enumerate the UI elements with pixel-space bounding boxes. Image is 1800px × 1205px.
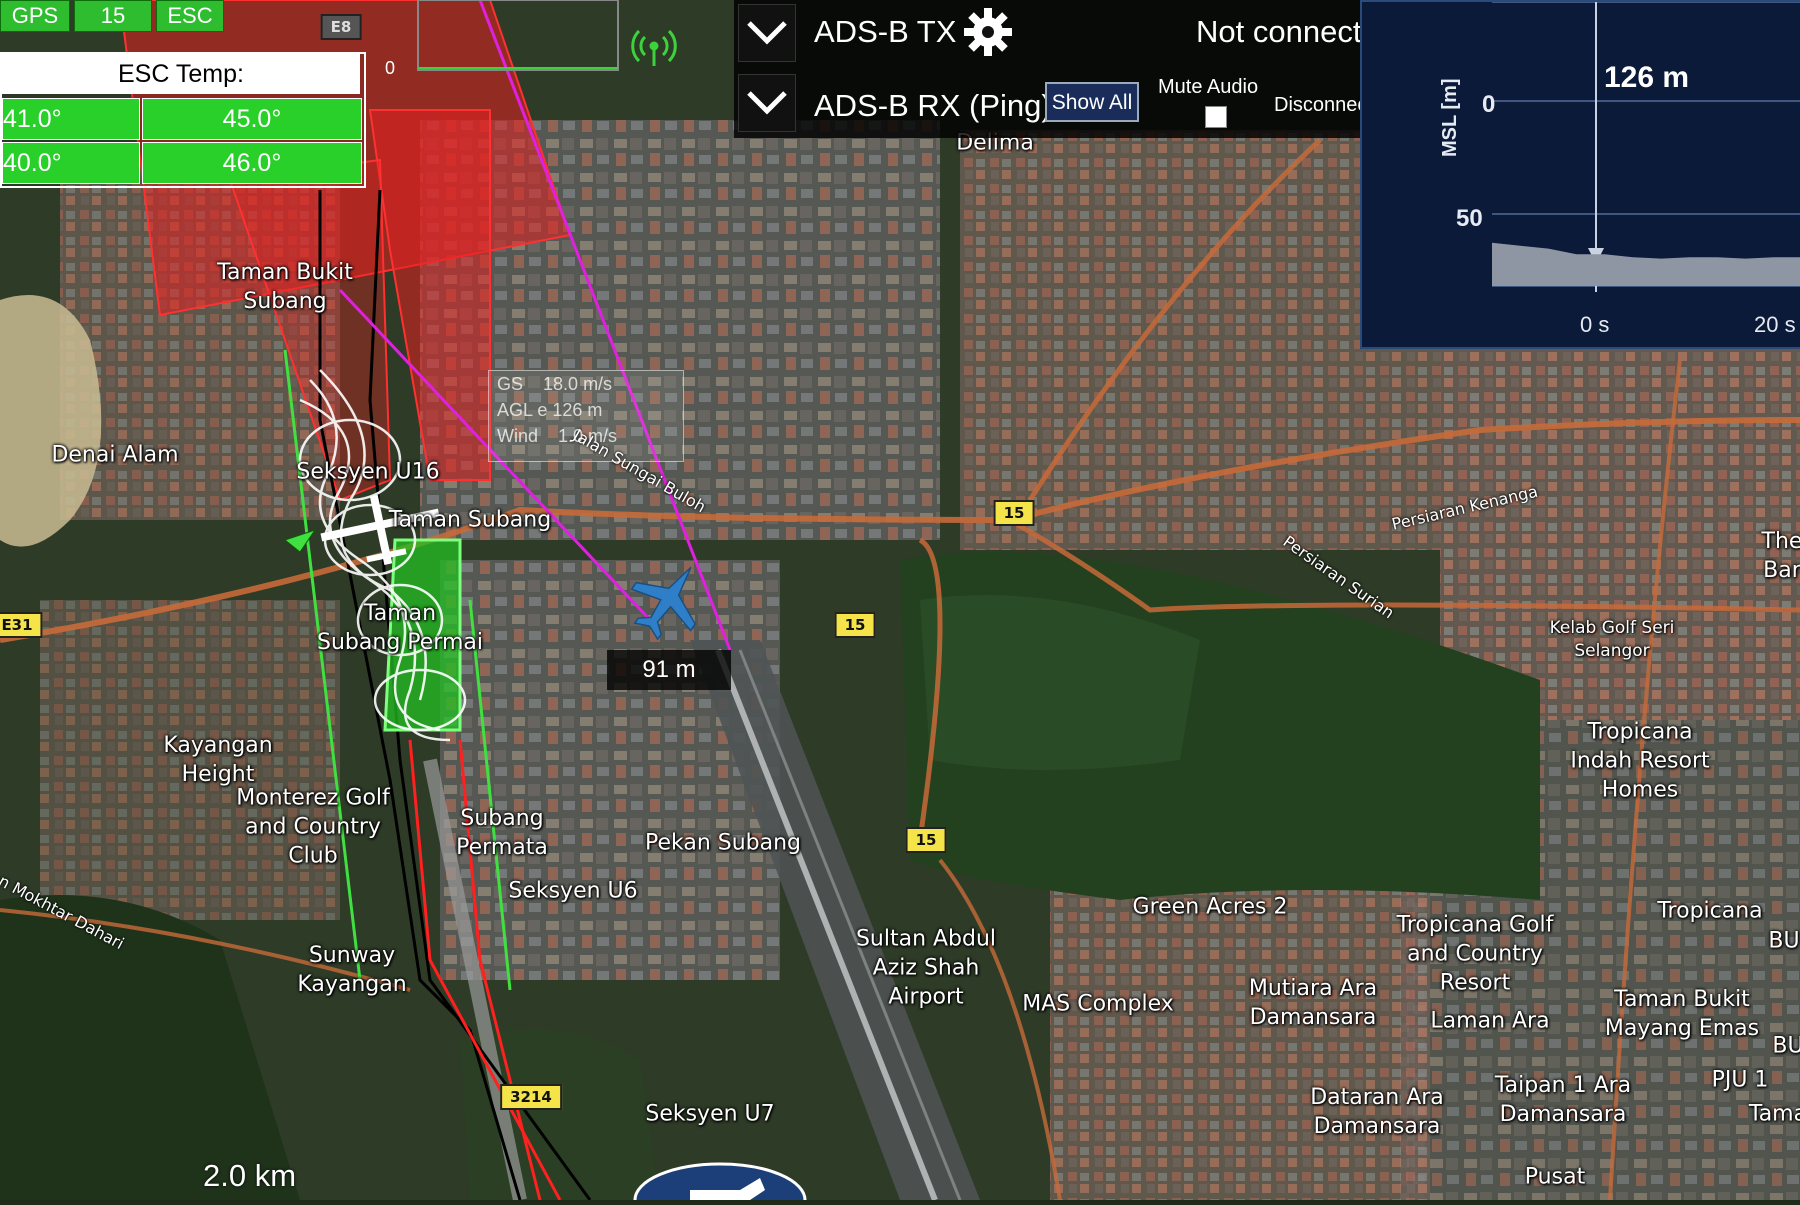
map-label-taman-bukit-mayang: Taman Bukit Mayang Emas — [1604, 987, 1760, 1041]
chart-current-altitude: 126 m — [1604, 61, 1689, 94]
home-marker-icon[interactable] — [283, 529, 317, 553]
gear-icon — [964, 8, 1012, 56]
distance-label: 91 m — [607, 650, 731, 690]
map-label-bu: BU — [1768, 928, 1800, 954]
hud-wind-label: Wind — [497, 426, 539, 446]
adsb-tx-label: ADS-B TX — [814, 14, 957, 49]
road-shield: E8 — [320, 14, 362, 40]
flight-hud: GS 18.0 m/s AGL e 126 m Wind 1.0 m/s — [488, 370, 684, 462]
adsb-panel: ADS-B TX Not connected ADS-B RX (Ping) S… — [734, 0, 1462, 138]
map-label-pju1: PJU 1 — [1711, 1067, 1769, 1093]
map-label-taman-bukit-subang: Taman Bukit Subang — [217, 260, 353, 314]
adsb-rx-label: ADS-B RX (Ping) — [814, 88, 1052, 123]
map-label-taipan: Taipan 1 Ara Damansara — [1494, 1073, 1632, 1127]
adsb-tx-collapse-button[interactable] — [738, 4, 796, 62]
esc-temp-cell: 45.0° — [142, 98, 362, 140]
map-label-dataran-ara: Dataran Ara Damansara — [1310, 1085, 1444, 1139]
map-label-monterez: Monterez Golf and Country Club — [236, 785, 390, 869]
hud-wind-value: 1.0 m/s — [558, 426, 618, 446]
map-label-mas-complex: MAS Complex — [1022, 991, 1174, 1017]
map-label-green-acres: Green Acres 2 — [1132, 894, 1288, 920]
road-shield: 15 — [993, 500, 1035, 526]
map-label-kelab-golf: Kelab Golf Seri Selangor — [1549, 618, 1675, 661]
map-label-denai-alam: Denai Alam — [51, 442, 179, 468]
adsb-rx-collapse-button[interactable] — [738, 74, 796, 132]
esc-temp-cell: 40.0° — [2, 142, 140, 184]
adsb-tx-settings-button[interactable] — [960, 4, 1016, 60]
map-label-tama: Tama — [1748, 1101, 1800, 1127]
mute-audio-checkbox[interactable] — [1205, 106, 1227, 128]
map-label-subang-permata: Subang Permata — [456, 806, 548, 860]
esc-temp-title: ESC Temp: — [2, 54, 360, 94]
road-shield: 15 — [834, 612, 876, 638]
hud-gs-value: 18.0 m/s — [543, 374, 613, 394]
road-shield: 3214 — [500, 1084, 562, 1110]
gps-status[interactable]: GPS — [0, 0, 70, 32]
route-line — [478, 0, 732, 651]
map-label-pekan-subang: Pekan Subang — [644, 830, 802, 856]
mute-audio-label: Mute Audio — [1158, 76, 1259, 98]
restricted-zone[interactable] — [228, 158, 392, 502]
esc-temp-cell: 41.0° — [2, 98, 140, 140]
chevron-down-icon — [747, 91, 787, 115]
map-label-sultan-airport: Sultan Abdul Aziz Shah Airport — [855, 926, 997, 1010]
satellite-count[interactable]: 15 — [74, 0, 152, 32]
map-label-mutiara: Mutiara Ara Damansara — [1248, 976, 1378, 1030]
map-scale: 2.0 km — [203, 1158, 297, 1193]
map-label-seksyen-u7: Seksyen U7 — [645, 1101, 775, 1127]
road-shield: 15 — [905, 827, 947, 853]
altitude-chart[interactable]: 126 m 50 0 MSL [m] 0 s 20 s — [1360, 0, 1800, 349]
chart-ylabel: MSL [m] — [1439, 78, 1461, 157]
altitude-series — [1492, 242, 1800, 286]
map-label-kayangan-height: Kayangan Height — [163, 733, 273, 787]
map-label-tropicana: Tropicana — [1657, 898, 1763, 924]
map-label-tropicana-golf: Tropicana Golf and Country Resort — [1396, 912, 1554, 996]
esc-temp-panel: ESC Temp: 41.0° 45.0° 40.0° 46.0° — [0, 52, 366, 188]
chart-xtick: 20 s — [1754, 312, 1796, 337]
chart-ytick: 0 — [1482, 91, 1495, 118]
map-label-laman-ara: Laman Ara — [1430, 1008, 1550, 1034]
map-label-seksyen-u6: Seksyen U6 — [508, 878, 638, 904]
hud-gs-label: GS — [497, 374, 524, 394]
altitude-area — [1492, 242, 1800, 286]
map-label-tropicana-indah: Tropicana Indah Resort Homes — [1570, 719, 1710, 803]
airport-marker-icon[interactable] — [633, 1162, 807, 1200]
esc-status[interactable]: ESC — [156, 0, 224, 32]
esc-temp-cell: 46.0° — [142, 142, 362, 184]
show-all-button[interactable]: Show All — [1045, 82, 1139, 122]
map-label-taman-subang-permai: Taman Subang Permai — [317, 601, 483, 655]
map-label-sunway-kayangan: Sunway Kayangan — [297, 943, 407, 997]
signal-icon — [631, 29, 677, 66]
map-label-pusat: Pusat — [1524, 1164, 1586, 1190]
zero-readout: 0 — [385, 58, 396, 78]
chart-ytick: 50 — [1456, 205, 1483, 232]
map-label-taman-subang: Taman Subang — [388, 507, 552, 533]
map-label-the-bar: The Bar — [1761, 529, 1800, 583]
chevron-down-icon — [747, 21, 787, 45]
map-label-seksyen-u16: Seksyen U16 — [296, 459, 440, 485]
map-label-bu: BU — [1772, 1033, 1800, 1059]
road-shield: E31 — [0, 612, 43, 638]
altitude-chart-svg: 126 m 50 0 MSL [m] 0 s 20 s — [1439, 1, 1800, 337]
hud-agl: AGL e 126 m — [497, 400, 603, 420]
chart-xtick: 0 s — [1580, 312, 1609, 337]
